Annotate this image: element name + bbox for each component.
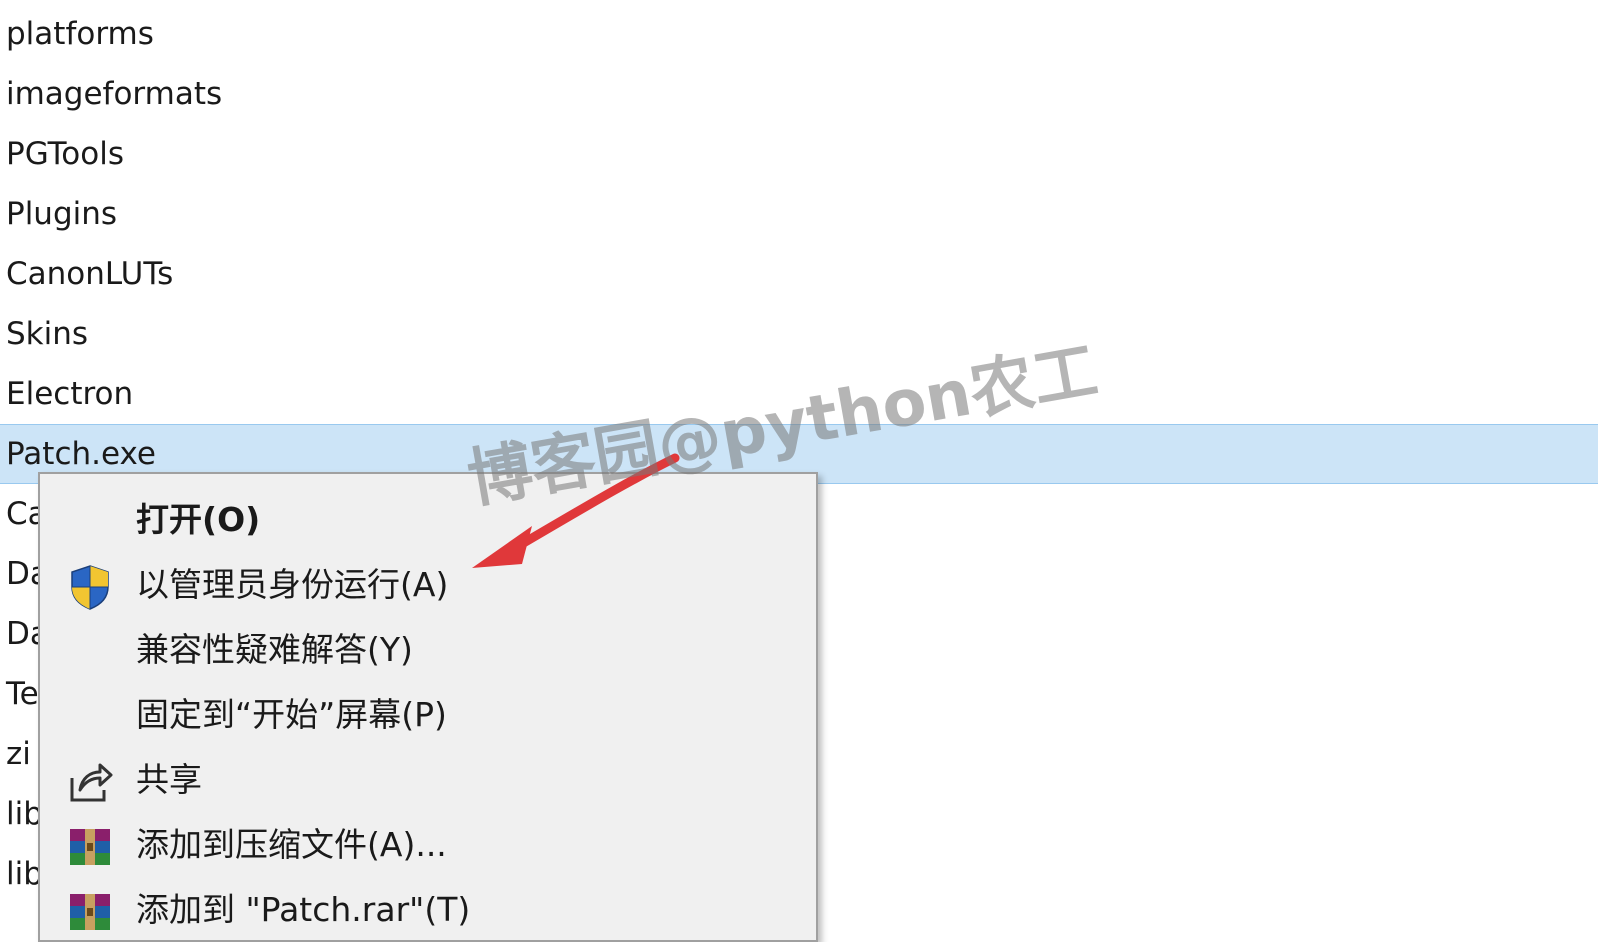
file-row-plugins[interactable]: Plugins	[0, 184, 1598, 244]
file-row-canonluts[interactable]: CanonLUTs	[0, 244, 1598, 304]
menu-item-add-to-archive-label: 添加到压缩文件(A)...	[136, 825, 447, 864]
menu-item-open-label: 打开(O)	[136, 500, 261, 539]
file-row-electron[interactable]: Electron	[0, 364, 1598, 424]
context-menu: 打开(O) 以管理员身份运行(A) 兼容性疑难解答(Y) 固定到“开始”屏幕(P…	[38, 472, 818, 942]
menu-item-run-as-admin-label: 以管理员身份运行(A)	[136, 565, 449, 604]
menu-item-share-label: 共享	[136, 760, 202, 799]
menu-item-pin-to-start[interactable]: 固定到“开始”屏幕(P)	[40, 683, 816, 747]
menu-item-open[interactable]: 打开(O)	[40, 488, 816, 552]
menu-item-share[interactable]: 共享	[40, 748, 816, 812]
file-row-imageformats[interactable]: imageformats	[0, 64, 1598, 124]
menu-item-add-to-patch-rar[interactable]: 添加到 "Patch.rar"(T)	[40, 878, 816, 940]
file-row-pgtools[interactable]: PGTools	[0, 124, 1598, 184]
menu-item-troubleshoot-label: 兼容性疑难解答(Y)	[136, 630, 413, 669]
menu-item-run-as-admin[interactable]: 以管理员身份运行(A)	[40, 553, 816, 617]
menu-item-pin-to-start-label: 固定到“开始”屏幕(P)	[136, 695, 447, 734]
menu-item-troubleshoot-compatibility[interactable]: 兼容性疑难解答(Y)	[40, 618, 816, 682]
menu-item-add-to-patch-rar-label: 添加到 "Patch.rar"(T)	[136, 890, 471, 929]
file-row-platforms[interactable]: platforms	[0, 4, 1598, 64]
winrar-icon	[66, 823, 114, 871]
share-icon	[66, 758, 114, 806]
uac-shield-icon	[66, 563, 114, 611]
file-row-skins[interactable]: Skins	[0, 304, 1598, 364]
winrar-icon	[66, 888, 114, 936]
menu-item-add-to-archive[interactable]: 添加到压缩文件(A)...	[40, 813, 816, 877]
